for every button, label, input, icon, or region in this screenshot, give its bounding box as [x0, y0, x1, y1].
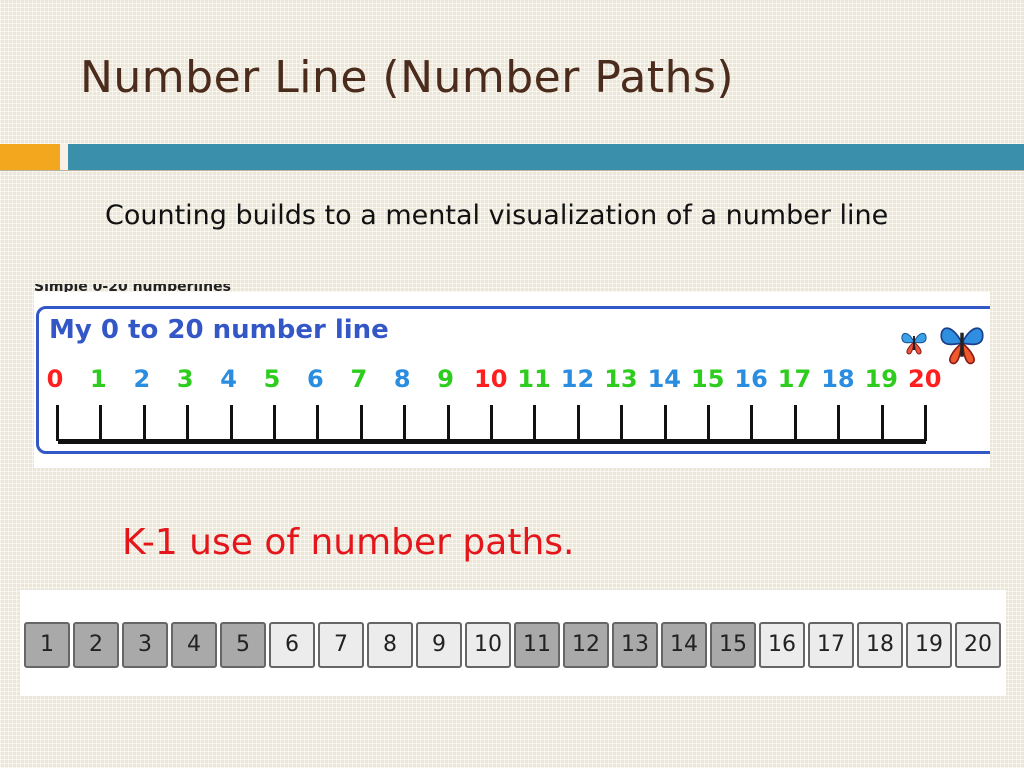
number-path-box: 5 — [220, 622, 266, 668]
number-path-box: 18 — [857, 622, 903, 668]
number-line-label: 8 — [393, 365, 411, 393]
number-line-tick — [924, 405, 927, 441]
number-line-tick — [837, 405, 841, 441]
number-line-label: 12 — [560, 365, 595, 393]
title-divider-accent — [0, 144, 60, 170]
number-line-tick — [793, 405, 797, 441]
number-path-box: 8 — [367, 622, 413, 668]
number-path-box: 13 — [612, 622, 658, 668]
number-path-box: 4 — [171, 622, 217, 668]
number-line-label: 1 — [90, 365, 107, 393]
number-line-label: 6 — [307, 365, 324, 393]
number-path-box: 19 — [906, 622, 952, 668]
number-line-tick — [620, 405, 624, 441]
number-line-label: 10 — [474, 365, 508, 393]
number-line-label: 2 — [133, 365, 151, 393]
number-path-box: 20 — [955, 622, 1001, 668]
number-line-tick — [99, 405, 103, 441]
number-line-tick — [750, 405, 754, 441]
number-path-box: 12 — [563, 622, 609, 668]
number-line-label: 20 — [908, 365, 942, 393]
number-line-tick — [490, 405, 493, 441]
number-line-card: My 0 to 20 number line 0 1 2 3 4 5 6 7 8 9 10 11 12 1… — [36, 306, 990, 454]
number-line-label: 5 — [263, 365, 281, 393]
number-line-tick — [403, 405, 407, 441]
number-line-label: 14 — [647, 365, 681, 393]
number-line-tick — [446, 405, 450, 441]
number-path-box: 17 — [808, 622, 854, 668]
number-line-label: 7 — [350, 365, 368, 393]
number-line-label: 11 — [517, 365, 551, 393]
butterfly-icon — [940, 327, 984, 365]
number-line-label: 0 — [46, 365, 64, 393]
number-line-panel: My 0 to 20 number line 0 1 2 3 4 5 6 7 8 9 10 11 12 1… — [34, 292, 990, 468]
number-line-label: 19 — [864, 365, 898, 393]
number-path-box: 7 — [318, 622, 364, 668]
number-line-tick — [880, 405, 884, 441]
number-path-box: 15 — [710, 622, 756, 668]
number-line-tick — [316, 405, 320, 441]
number-line-label: 4 — [220, 365, 237, 393]
number-line-tick — [142, 405, 146, 441]
number-path-box: 14 — [661, 622, 707, 668]
slide-title: Number Line (Number Paths) — [80, 52, 735, 103]
number-path-box: 10 — [465, 622, 511, 668]
number-path-box: 16 — [759, 622, 805, 668]
number-line-image: Simple 0-20 numberlines My 0 to 20 numbe… — [34, 284, 990, 468]
number-line-tick — [273, 405, 276, 441]
butterfly-icon — [901, 332, 927, 355]
number-line-label: 13 — [604, 365, 638, 393]
number-line-label: 3 — [176, 365, 194, 393]
number-line-tick — [186, 405, 190, 441]
number-path-box: 9 — [416, 622, 462, 668]
number-line-tick — [707, 405, 710, 441]
number-line-label: 9 — [437, 365, 454, 393]
number-path-box: 2 — [73, 622, 119, 668]
number-path-box: 6 — [269, 622, 315, 668]
number-line-label: 16 — [734, 365, 768, 393]
number-line-heading: My 0 to 20 number line — [49, 315, 389, 345]
number-path-box: 11 — [514, 622, 560, 668]
number-line-tick — [56, 405, 59, 441]
number-line-tick — [533, 405, 537, 441]
number-line-label: 17 — [777, 365, 812, 393]
number-path-panel: 1 2 3 4 5 6 7 8 9 10 11 12 13 14 15 16 17 18 19 20 — [20, 590, 1006, 696]
number-line-tick — [576, 405, 580, 441]
title-divider-bar — [68, 144, 1024, 170]
number-line-label: 18 — [821, 365, 855, 393]
number-line-tick — [663, 405, 667, 441]
number-path-box: 3 — [122, 622, 168, 668]
k1-caption: K-1 use of number paths. — [122, 522, 575, 563]
number-line-baseline — [58, 439, 926, 444]
number-line-label: 15 — [691, 365, 725, 393]
number-line-tick — [229, 405, 233, 441]
number-line-tick — [359, 405, 363, 441]
slide-subtitle: Counting builds to a mental visualizatio… — [105, 200, 889, 231]
number-path-box: 1 — [24, 622, 70, 668]
